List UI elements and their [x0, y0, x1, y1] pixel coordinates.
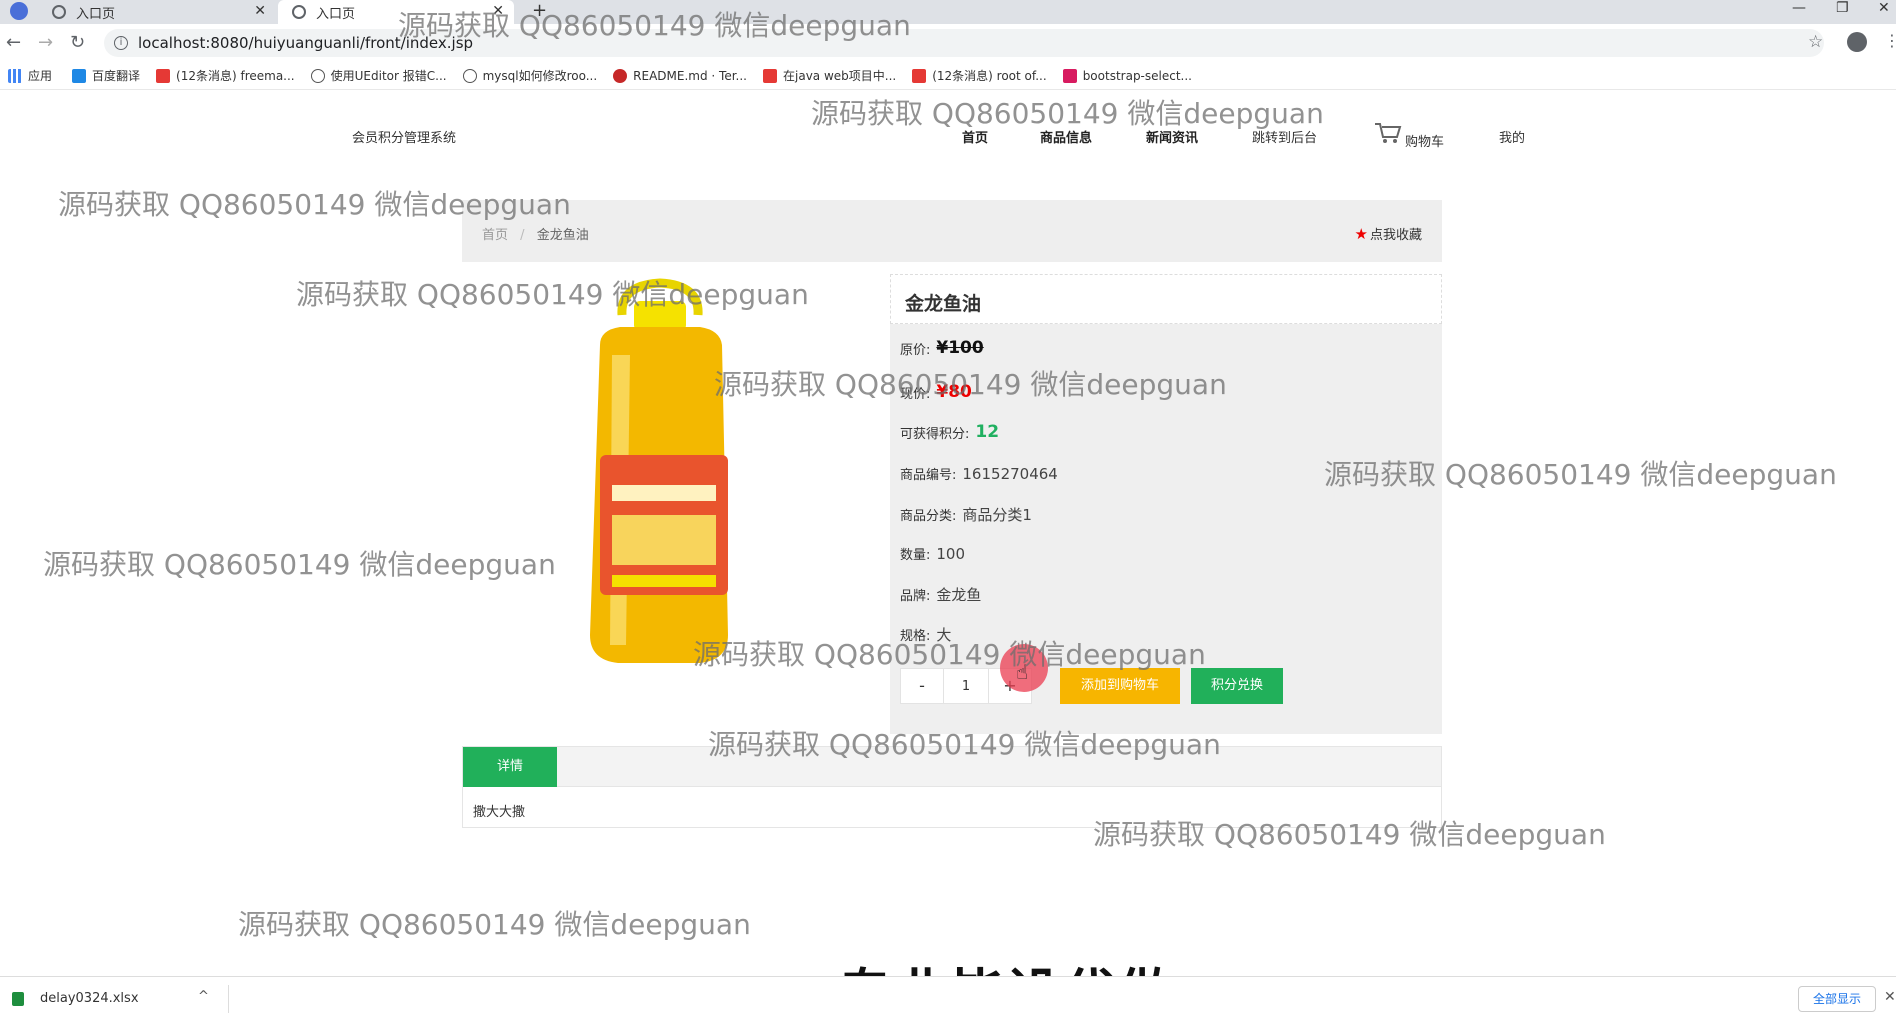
nav-mine[interactable]: 我的: [1499, 127, 1525, 146]
close-icon[interactable]: ✕: [1884, 989, 1896, 1005]
download-file-name[interactable]: delay0324.xlsx: [40, 991, 139, 1006]
csdn-icon: [912, 68, 927, 83]
quantity-input[interactable]: [944, 668, 988, 704]
bookmark-item[interactable]: (12条消息) root of...: [912, 67, 1047, 84]
csdn-icon: [156, 68, 171, 83]
breadcrumb-trail: 首页 / 金龙鱼油: [482, 224, 589, 243]
field-label: 数量:: [900, 548, 931, 563]
watermark: 源码获取 QQ86050149 微信deepguan: [398, 9, 911, 42]
baidu-translate-icon: [72, 68, 87, 83]
tab-label: 入口页: [76, 6, 116, 22]
watermark: 源码获取 QQ86050149 微信deepguan: [1093, 818, 1606, 851]
reload-icon[interactable]: ↻: [70, 32, 85, 53]
bookmark-item[interactable]: (12条消息) freema...: [156, 67, 295, 84]
favorite-button[interactable]: ★ 点我收藏: [1355, 224, 1422, 243]
nav-cart[interactable]: 购物车: [1405, 131, 1444, 150]
watermark: 源码获取 QQ86050149 微信deepguan: [693, 638, 1206, 671]
bookmark-apps[interactable]: 应用: [8, 67, 52, 84]
address-bar-row: ← → ↻ i localhost:8080/huiyuanguanli/fro…: [0, 24, 1896, 62]
breadcrumb-current: 金龙鱼油: [536, 228, 589, 243]
product-code-row: 商品编号: 1615270464: [900, 464, 1058, 484]
favorite-label: 点我收藏: [1369, 228, 1422, 243]
field-label: 商品分类:: [900, 509, 957, 524]
browser-app-icon: [10, 2, 28, 20]
bookmark-item[interactable]: README.md · Ter...: [613, 68, 747, 83]
download-bar: delay0324.xlsx ^ 全部显示 ✕: [0, 976, 1896, 1020]
tab-detail[interactable]: 详情: [463, 747, 557, 787]
chevron-up-icon[interactable]: ^: [198, 989, 209, 1004]
breadcrumb-home[interactable]: 首页: [482, 228, 508, 243]
bookmark-item[interactable]: 使用UEditor 报错C...: [310, 67, 447, 84]
divider: [228, 985, 229, 1013]
menu-dots-icon[interactable]: ⋮: [1884, 31, 1896, 50]
close-icon[interactable]: ✕: [254, 3, 266, 19]
stock-value: 100: [936, 544, 966, 563]
tab-label: 入口页: [316, 6, 356, 22]
breadcrumb-separator: /: [520, 228, 525, 243]
watermark: 源码获取 QQ86050149 微信deepguan: [708, 728, 1221, 761]
watermark: 源码获取 QQ86050149 微信deepguan: [1324, 458, 1837, 491]
watermark: 源码获取 QQ86050149 微信deepguan: [811, 97, 1324, 130]
browser-tab[interactable]: 入口页 ✕: [38, 0, 276, 24]
bookmark-item[interactable]: 百度翻译: [72, 67, 140, 84]
bookmark-star-icon[interactable]: ☆: [1808, 32, 1823, 52]
field-label: 可获得积分:: [900, 426, 970, 442]
globe-icon: [292, 5, 306, 19]
detail-content: 撒大大撒: [473, 805, 526, 820]
forward-arrow-icon[interactable]: →: [38, 32, 53, 53]
points-row: 可获得积分: 12: [900, 422, 999, 442]
field-label: 原价:: [900, 342, 931, 358]
profile-avatar-icon[interactable]: [1847, 32, 1867, 52]
apps-grid-icon: [8, 68, 22, 83]
add-to-cart-button[interactable]: 添加到购物车: [1060, 668, 1180, 704]
field-label: 商品编号:: [900, 468, 957, 483]
category-value: 商品分类1: [962, 506, 1032, 524]
excel-file-icon: [12, 992, 24, 1006]
product-title-box: 金龙鱼油: [890, 274, 1442, 324]
watermark: 源码获取 QQ86050149 微信deepguan: [58, 188, 571, 221]
points-value: 12: [975, 422, 1000, 442]
gitee-icon: [613, 68, 628, 83]
product-code: 1615270464: [962, 464, 1058, 483]
original-price-row: 原价: ¥100: [900, 338, 984, 358]
cart-icon[interactable]: [1374, 122, 1402, 144]
window-close-icon[interactable]: ✕: [1878, 0, 1890, 16]
brand-value: 金龙鱼: [936, 586, 982, 604]
field-label: 品牌:: [900, 589, 931, 604]
brand-row: 品牌: 金龙鱼: [900, 584, 981, 605]
stock-row: 数量: 100: [900, 544, 966, 564]
bookmark-item[interactable]: bootstrap-select...: [1062, 68, 1192, 83]
browser-tab-bar: 入口页 ✕ 入口页 ✕ + — ❐ ✕: [0, 0, 1896, 24]
original-price: ¥100: [936, 338, 984, 358]
bookmarks-bar: 应用 百度翻译 (12条消息) freema... 使用UEditor 报错C.…: [0, 62, 1896, 90]
bookmark-item[interactable]: 在java web项目中...: [763, 67, 896, 84]
watermark: 源码获取 QQ86050149 微信deepguan: [43, 548, 556, 581]
minimize-icon[interactable]: —: [1792, 0, 1806, 16]
watermark: 源码获取 QQ86050149 微信deepguan: [714, 368, 1227, 401]
restore-icon[interactable]: ❐: [1836, 0, 1849, 16]
breadcrumb: 首页 / 金龙鱼油 ★ 点我收藏: [462, 200, 1442, 262]
link-icon: [462, 68, 477, 83]
bookmark-icon: [1062, 68, 1077, 83]
star-icon: ★: [1354, 225, 1368, 243]
watermark: 源码获取 QQ86050149 微信deepguan: [296, 278, 809, 311]
quantity-minus-button[interactable]: -: [900, 668, 944, 704]
product-image: [590, 278, 728, 663]
globe-icon: [52, 5, 66, 19]
watermark: 源码获取 QQ86050149 微信deepguan: [238, 908, 751, 941]
csdn-icon: [763, 68, 777, 83]
category-row: 商品分类: 商品分类1: [900, 504, 1032, 525]
bookmark-item[interactable]: mysql如何修改roo...: [462, 67, 597, 84]
site-title[interactable]: 会员积分管理系统: [352, 127, 456, 146]
product-name: 金龙鱼油: [905, 293, 982, 315]
show-all-downloads-button[interactable]: 全部显示: [1798, 986, 1876, 1012]
link-icon: [310, 68, 325, 83]
points-exchange-button[interactable]: 积分兑换: [1191, 668, 1283, 704]
url-field[interactable]: i localhost:8080/huiyuanguanli/front/ind…: [104, 29, 1824, 57]
back-arrow-icon[interactable]: ←: [6, 32, 21, 53]
info-icon[interactable]: i: [114, 36, 128, 50]
